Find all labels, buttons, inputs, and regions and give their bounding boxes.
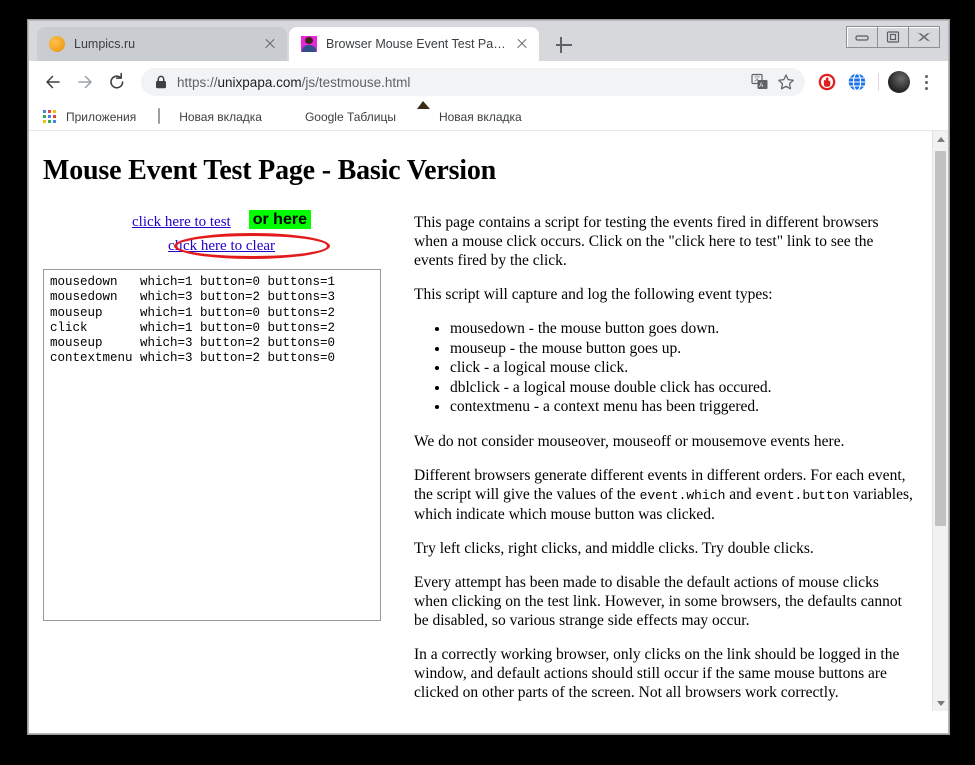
tab-mouse-event-test-page[interactable]: Browser Mouse Event Test Page bbox=[289, 27, 539, 61]
reload-button[interactable] bbox=[103, 68, 131, 96]
orange-circle-icon bbox=[49, 36, 65, 52]
address-bar[interactable]: https://unixpapa.com/js/testmouse.html 文… bbox=[141, 68, 805, 96]
bookmarks-bar: Приложения Новая вкладка Google Таблицы … bbox=[29, 103, 948, 131]
google-sheets-icon bbox=[282, 109, 298, 125]
url-text: https://unixpapa.com/js/testmouse.html bbox=[177, 75, 747, 90]
scroll-up-button[interactable] bbox=[933, 131, 948, 147]
close-button[interactable] bbox=[909, 27, 939, 47]
event-types-list: mousedown - the mouse button goes down. … bbox=[414, 319, 915, 417]
minimize-icon bbox=[855, 32, 869, 42]
bookmark-google-sheets[interactable]: Google Таблицы bbox=[282, 109, 396, 125]
back-button[interactable] bbox=[39, 68, 67, 96]
new-tab-button[interactable] bbox=[553, 34, 575, 56]
arrow-right-icon bbox=[75, 72, 95, 92]
event-log-textarea[interactable]: mousedown which=1 button=0 buttons=1 mou… bbox=[43, 269, 381, 621]
tab-title: Lumpics.ru bbox=[74, 37, 255, 51]
page-icon bbox=[156, 109, 172, 125]
forward-button[interactable] bbox=[71, 68, 99, 96]
right-column: This page contains a script for testing … bbox=[414, 213, 933, 711]
bookmark-new-tab-2[interactable]: Новая вкладка bbox=[416, 109, 522, 125]
capture-paragraph: This script will capture and log the fol… bbox=[414, 285, 915, 304]
window-bottom-edge bbox=[29, 711, 948, 734]
list-item: dblclick - a logical mouse double click … bbox=[450, 378, 915, 398]
scrollbar-thumb[interactable] bbox=[935, 151, 946, 526]
bookmark-star-icon[interactable] bbox=[773, 69, 799, 95]
left-column: click here to test or here click here to … bbox=[29, 213, 414, 711]
page-title: Mouse Event Test Page - Basic Version bbox=[43, 155, 933, 187]
translate-icon[interactable]: 文 A bbox=[747, 69, 773, 95]
list-item: mousedown - the mouse button goes down. bbox=[450, 319, 915, 339]
click-here-to-clear-link[interactable]: click here to clear bbox=[168, 238, 275, 254]
close-icon[interactable] bbox=[261, 35, 279, 53]
reload-icon bbox=[107, 72, 127, 92]
tab-strip: Lumpics.ru Browser Mouse Event Test Page bbox=[29, 21, 948, 61]
bookmark-label: Новая вкладка bbox=[439, 110, 522, 124]
chevron-up-icon bbox=[937, 137, 945, 142]
or-here-highlight[interactable]: or here bbox=[249, 210, 311, 229]
intro-paragraph: This page contains a script for testing … bbox=[414, 213, 915, 270]
try-clicks-paragraph: Try left clicks, right clicks, and middl… bbox=[414, 539, 915, 558]
page-scrollbar[interactable] bbox=[932, 131, 948, 711]
bookmark-label: Новая вкладка bbox=[179, 110, 262, 124]
code-event-which: event.which bbox=[640, 488, 726, 503]
default-actions-paragraph: Every attempt has been made to disable t… bbox=[414, 573, 915, 630]
test-links-row: click here to test or here bbox=[29, 213, 414, 235]
minimize-button[interactable] bbox=[847, 27, 878, 47]
chevron-down-icon bbox=[937, 701, 945, 706]
photo-icon bbox=[416, 109, 432, 125]
clear-link-row: click here to clear bbox=[29, 237, 414, 261]
correct-browser-paragraph: In a correctly working browser, only cli… bbox=[414, 645, 915, 702]
person-magenta-icon bbox=[301, 36, 317, 52]
list-item: mouseup - the mouse button goes up. bbox=[450, 339, 915, 359]
tab-title: Browser Mouse Event Test Page bbox=[326, 37, 507, 51]
browser-toolbar: https://unixpapa.com/js/testmouse.html 文… bbox=[29, 61, 948, 103]
page-viewport: Mouse Event Test Page - Basic Version cl… bbox=[29, 131, 948, 711]
toolbar-divider bbox=[878, 73, 879, 91]
list-item: click - a logical mouse click. bbox=[450, 358, 915, 378]
web-page-content: Mouse Event Test Page - Basic Version cl… bbox=[29, 131, 933, 711]
three-dots-menu-icon[interactable] bbox=[914, 68, 938, 96]
maximize-button[interactable] bbox=[878, 27, 909, 47]
close-icon bbox=[916, 31, 932, 43]
apps-grid-icon bbox=[43, 109, 59, 125]
maximize-icon bbox=[886, 31, 900, 43]
mouseover-note-paragraph: We do not consider mouseover, mouseoff o… bbox=[414, 432, 915, 451]
click-here-to-test-link[interactable]: click here to test bbox=[132, 214, 231, 230]
arrow-left-icon bbox=[43, 72, 63, 92]
browser-differences-paragraph: Different browsers generate different ev… bbox=[414, 466, 915, 524]
bookmark-label: Приложения bbox=[66, 110, 136, 124]
avatar[interactable] bbox=[888, 71, 910, 93]
scroll-down-button[interactable] bbox=[933, 695, 948, 711]
close-icon[interactable] bbox=[513, 35, 531, 53]
lock-icon bbox=[155, 75, 167, 89]
bookmark-label: Google Таблицы bbox=[305, 110, 396, 124]
svg-text:A: A bbox=[759, 83, 763, 89]
list-item: contextmenu - a context menu has been tr… bbox=[450, 397, 915, 417]
browser-window: Lumpics.ru Browser Mouse Event Test Page bbox=[28, 20, 949, 734]
page-columns: click here to test or here click here to … bbox=[29, 213, 933, 711]
bookmark-new-tab-1[interactable]: Новая вкладка bbox=[156, 109, 262, 125]
adblock-stop-hand-icon[interactable] bbox=[813, 68, 841, 96]
globe-icon[interactable] bbox=[843, 68, 871, 96]
window-controls bbox=[846, 26, 940, 48]
bookmark-apps[interactable]: Приложения bbox=[43, 109, 136, 125]
tab-lumpics[interactable]: Lumpics.ru bbox=[37, 27, 287, 61]
code-event-button: event.button bbox=[756, 488, 850, 503]
text-part: and bbox=[725, 486, 755, 503]
